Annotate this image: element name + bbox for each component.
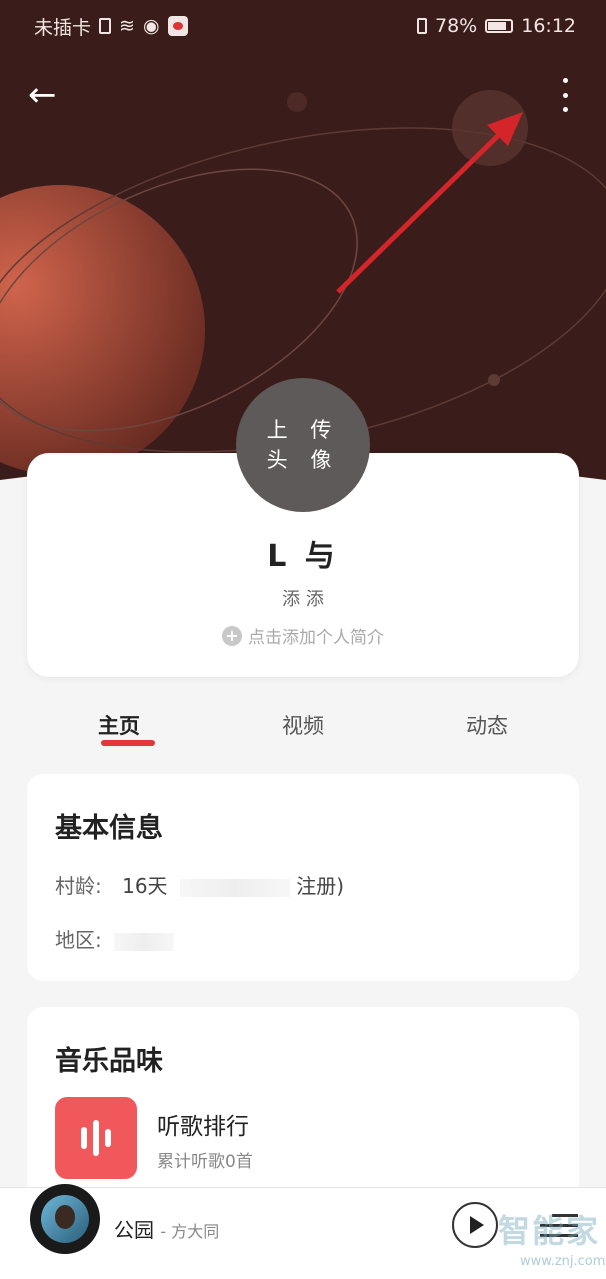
- user-badges: 添 添: [282, 589, 324, 610]
- sim-icon: [99, 18, 112, 34]
- weibo-icon: [167, 16, 188, 36]
- nickname: L 与: [267, 539, 339, 574]
- eye-icon: ◉: [142, 15, 160, 37]
- watermark-url: www.znj.com: [520, 1254, 606, 1269]
- clock: 16:12: [521, 15, 576, 37]
- now-playing[interactable]: 公园 - 方大同: [114, 1214, 219, 1243]
- song-title: 公园: [114, 1218, 154, 1242]
- song-artist: - 方大同: [160, 1222, 220, 1241]
- avatar-label-line2: 头 像: [266, 448, 340, 472]
- plus-icon: +: [222, 625, 242, 646]
- more-options-icon[interactable]: [548, 70, 582, 120]
- tab-home[interactable]: 主页: [27, 710, 211, 750]
- profile-tabs: 主页 视频 动态: [27, 710, 579, 750]
- upload-avatar-button[interactable]: 上 传 头 像: [236, 378, 370, 512]
- battery-percent: 78%: [435, 15, 478, 37]
- basic-info-card: 基本信息 村龄: 16天 注册) 地区:: [27, 774, 579, 981]
- account-age-suffix: 注册): [296, 874, 345, 898]
- play-icon[interactable]: [452, 1202, 498, 1248]
- wifi-icon: ≋: [119, 15, 135, 37]
- tab-videos[interactable]: 视频: [211, 710, 395, 750]
- avatar-label-line1: 上 传: [266, 418, 340, 442]
- region-row: 地区:: [55, 924, 175, 953]
- listening-rank-icon[interactable]: [55, 1097, 137, 1179]
- back-arrow-icon[interactable]: ←: [28, 75, 68, 115]
- music-taste-title: 音乐品味: [55, 1046, 163, 1077]
- status-bar: 未插卡 ≋ ◉ 78% 16:12: [0, 0, 606, 52]
- redacted-region: [114, 932, 175, 951]
- vibrate-icon: [417, 18, 427, 34]
- add-intro-label: 点击添加个人简介: [248, 628, 384, 648]
- watermark-logo: 智能家: [498, 1212, 601, 1250]
- account-age-value: 16天: [122, 874, 168, 898]
- battery-icon: [485, 19, 514, 33]
- album-art[interactable]: [30, 1184, 100, 1254]
- basic-info-title: 基本信息: [55, 813, 163, 844]
- listening-rank-title[interactable]: 听歌排行: [157, 1107, 249, 1141]
- redacted-text: [179, 878, 290, 897]
- account-age-row: 村龄: 16天 注册): [55, 870, 344, 899]
- listening-rank-count: 累计听歌0首: [157, 1152, 253, 1172]
- add-intro-button[interactable]: + 点击添加个人简介: [27, 623, 579, 648]
- account-age-label: 村龄:: [55, 874, 102, 898]
- tab-activity[interactable]: 动态: [395, 710, 579, 750]
- region-label: 地区:: [55, 928, 102, 952]
- carrier-text: 未插卡: [34, 16, 92, 39]
